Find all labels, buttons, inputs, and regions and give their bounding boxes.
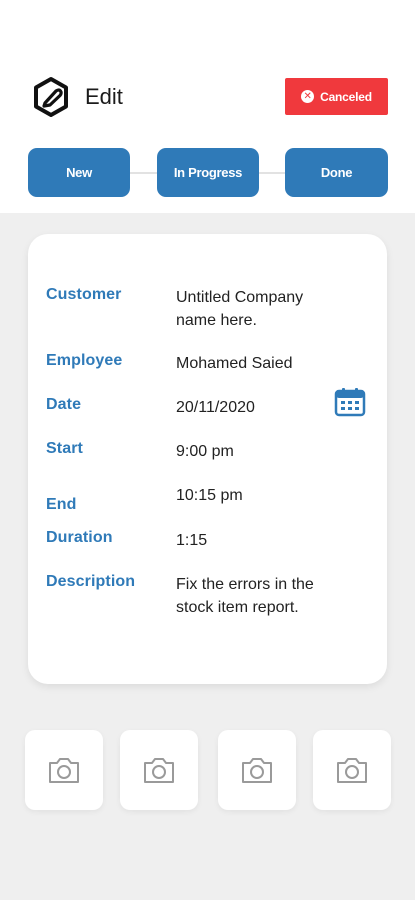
- close-icon: ✕: [301, 90, 315, 103]
- step-connector: [258, 172, 286, 174]
- step-new-button[interactable]: New: [28, 148, 130, 197]
- page-title: Edit: [85, 84, 123, 109]
- details-card: Customer Untitled Company name here. Emp…: [28, 234, 387, 684]
- customer-label: Customer: [46, 286, 122, 303]
- camera-icon: [144, 758, 174, 783]
- status-badge[interactable]: ✕ Canceled: [285, 78, 388, 115]
- photo-slot-2[interactable]: [120, 730, 198, 810]
- photo-slot-4[interactable]: [313, 730, 391, 810]
- photo-slot-3[interactable]: [218, 730, 296, 810]
- duration-value: 1:15: [176, 532, 208, 549]
- camera-icon: [337, 758, 367, 783]
- end-label: End: [46, 496, 77, 513]
- employee-label: Employee: [46, 352, 123, 369]
- header-panel: Edit ✕ Canceled New In Progress Done: [0, 0, 415, 213]
- step-done-button[interactable]: Done: [285, 148, 388, 197]
- photo-slot-1[interactable]: [25, 730, 103, 810]
- status-label: Canceled: [320, 89, 372, 104]
- employee-value: Mohamed Saied: [176, 355, 293, 372]
- start-label: Start: [46, 440, 83, 457]
- camera-icon: [49, 758, 79, 783]
- photo-attachments: [0, 730, 415, 812]
- camera-icon: [242, 758, 272, 783]
- customer-value: Untitled Company name here.: [176, 289, 304, 329]
- end-value[interactable]: 10:15 pm: [176, 484, 346, 507]
- calendar-icon[interactable]: [334, 386, 366, 418]
- description-value: Fix the errors in the stock item report.: [176, 576, 314, 616]
- date-value[interactable]: 20/11/2020: [176, 396, 346, 419]
- step-connector: [130, 172, 158, 174]
- duration-label: Duration: [46, 529, 113, 546]
- description-label: Description: [46, 573, 136, 590]
- status-stepper: New In Progress Done: [0, 148, 415, 198]
- date-label: Date: [46, 396, 82, 413]
- app-logo-icon: [34, 77, 68, 117]
- step-in-progress-button[interactable]: In Progress: [157, 148, 259, 197]
- start-value[interactable]: 9:00 pm: [176, 440, 346, 463]
